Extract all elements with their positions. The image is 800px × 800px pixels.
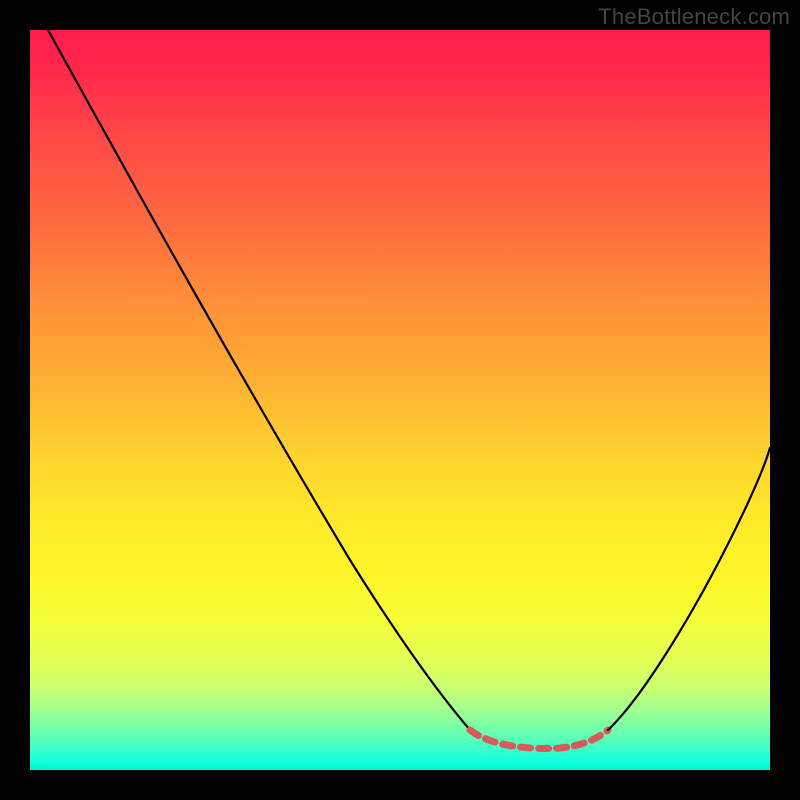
plot-area — [30, 30, 770, 770]
curve-right — [608, 448, 770, 730]
watermark: TheBottleneck.com — [598, 4, 790, 30]
bottleneck-curve — [30, 30, 770, 770]
optimal-valley — [470, 730, 608, 748]
chart-frame: TheBottleneck.com — [0, 0, 800, 800]
curve-left — [48, 30, 470, 730]
